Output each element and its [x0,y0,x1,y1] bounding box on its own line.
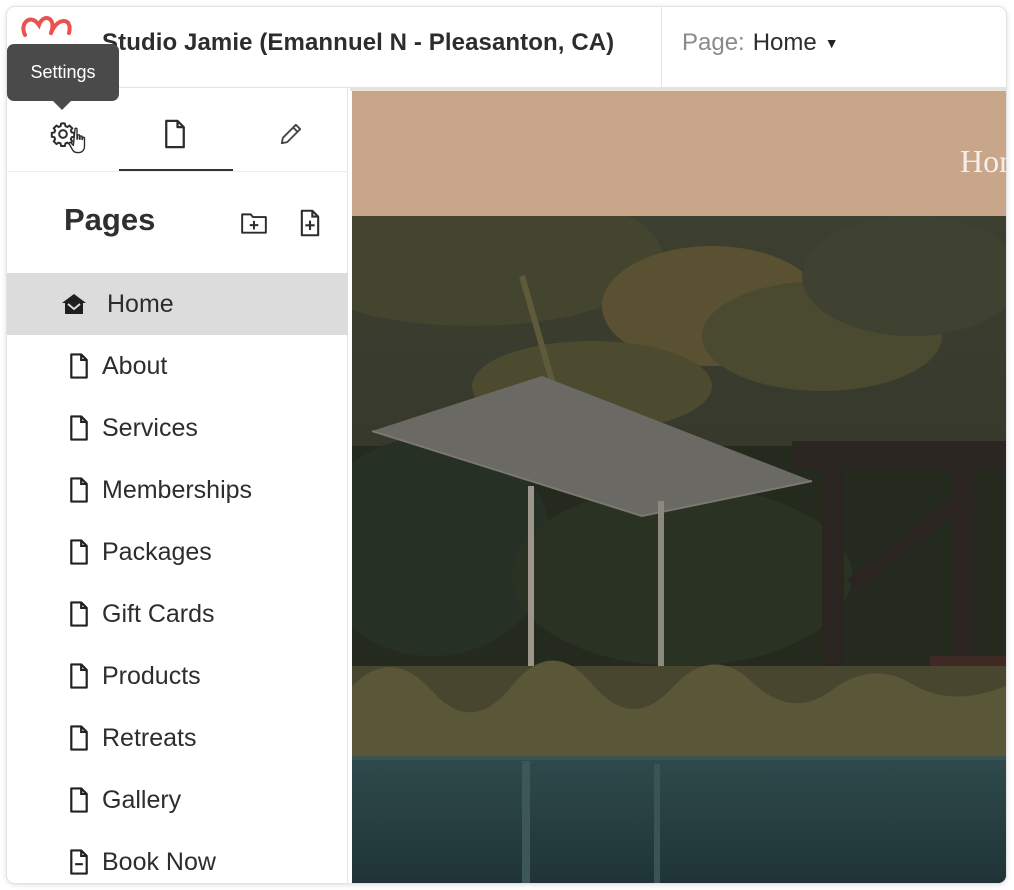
page-item-services[interactable]: Services [7,397,348,459]
page-selector-prefix: Page: [682,29,745,56]
tab-settings[interactable] [43,114,86,154]
settings-tooltip: Settings [7,44,119,110]
page-item-label: Memberships [102,475,253,504]
booking-page-icon [65,848,93,876]
preview-nav-home[interactable]: Hom [960,143,1006,180]
page-item-label: Gallery [102,785,182,814]
page-item-gallery[interactable]: Gallery [7,769,348,831]
page-icon [65,352,93,380]
page-item-label: Products [102,661,201,690]
pencil-icon [280,123,302,145]
page-icon [165,119,185,149]
page-icon [65,414,93,442]
top-bar: Studio Jamie (Emannuel N - Pleasanton, C… [7,7,1006,88]
app-window: Studio Jamie (Emannuel N - Pleasanton, C… [7,7,1006,883]
page-item-label: About [102,351,168,380]
tab-pages[interactable] [155,114,195,154]
page-item-label: Book Now [102,847,216,876]
divider [661,7,662,88]
page-icon [65,662,93,690]
hand-cursor-icon [68,127,86,154]
tab-edit[interactable] [271,114,311,154]
sidebar: Pages Home About Services Memberships Pa… [7,88,348,883]
page-item-home[interactable]: Home [7,273,348,335]
caret-down-icon: ▼ [824,35,839,51]
page-item-label: Services [102,413,198,442]
preview-header-band: Hom [352,91,1006,216]
page-selector[interactable]: Page: Home ▼ [682,29,839,57]
home-icon [60,290,88,318]
page-item-label: Home [107,289,174,318]
page-item-book-now[interactable]: Book Now [7,831,348,883]
active-tab-indicator [119,169,233,171]
studio-title: Studio Jamie (Emannuel N - Pleasanton, C… [102,29,615,56]
add-folder-icon [241,213,267,234]
page-item-label: Packages [102,537,212,566]
add-page-icon [300,209,320,237]
pages-title: Pages [64,202,156,237]
add-folder-button[interactable] [239,208,269,238]
add-page-button[interactable] [295,208,325,238]
page-item-gift-cards[interactable]: Gift Cards [7,583,348,645]
page-item-about[interactable]: About [7,335,348,397]
page-item-label: Retreats [102,723,197,752]
page-icon [65,786,93,814]
page-item-products[interactable]: Products [7,645,348,707]
page-item-label: Gift Cards [102,599,215,628]
page-icon [65,476,93,504]
page-icon [65,724,93,752]
page-item-memberships[interactable]: Memberships [7,459,348,521]
page-list: Home About Services Memberships Packages… [7,273,348,883]
page-icon [65,538,93,566]
page-item-packages[interactable]: Packages [7,521,348,583]
hero-image [352,216,1006,883]
page-icon [65,600,93,628]
page-item-retreats[interactable]: Retreats [7,707,348,769]
site-preview[interactable]: Hom [350,88,1006,883]
page-selector-value: Home [752,29,817,56]
